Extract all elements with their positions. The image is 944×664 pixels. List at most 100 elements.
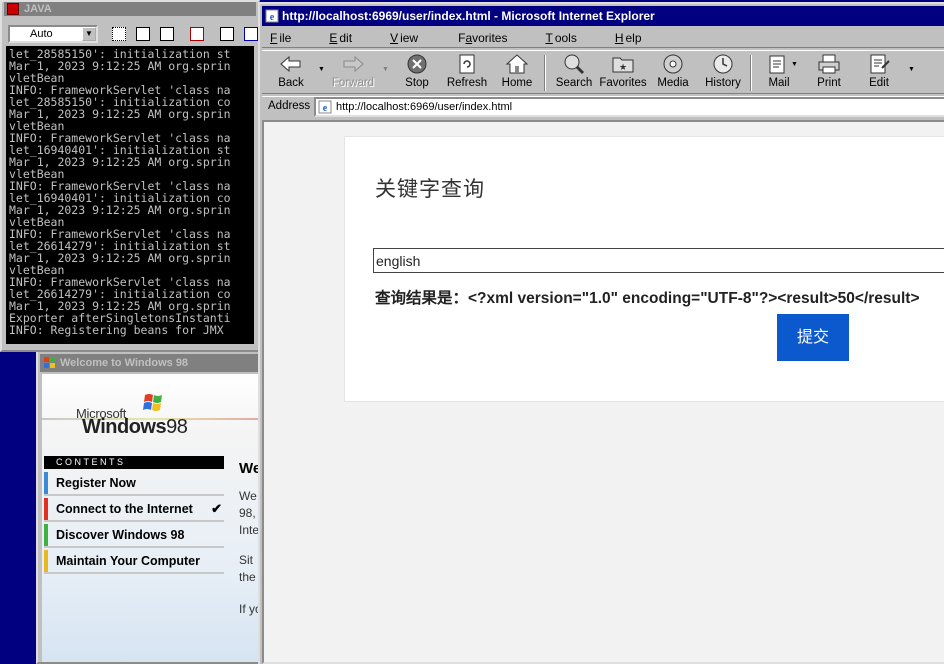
forward-arrow-icon — [343, 55, 364, 73]
stop-icon — [407, 54, 427, 74]
welcome-titlebar[interactable]: Welcome to Windows 98 — [40, 354, 262, 372]
menu-item-maintain-computer[interactable]: Maintain Your Computer — [44, 550, 224, 574]
mail-button[interactable]: Mail — [754, 53, 804, 93]
mark-icon — [112, 27, 126, 41]
refresh-button[interactable]: Refresh — [442, 53, 492, 93]
mail-dropdown-icon[interactable]: ▼ — [791, 61, 798, 68]
windows98-logo: Microsoft Windows98 — [76, 392, 216, 442]
svg-text:e: e — [270, 12, 275, 23]
page-viewport: 关键字查询 查询结果是：<?xml version="1.0" encoding… — [262, 120, 944, 664]
ie-window: e http://localhost:6969/user/index.html … — [258, 2, 944, 664]
toolbar-separator — [750, 55, 752, 91]
home-button[interactable]: Home — [492, 53, 542, 93]
history-icon — [713, 54, 733, 74]
paste-icon — [160, 27, 174, 41]
edit-dropdown-icon[interactable]: ▼ — [908, 66, 915, 73]
menu-view[interactable]: View — [388, 30, 438, 46]
menu-favorites[interactable]: Favorites — [454, 30, 527, 46]
font-size-value: Auto — [30, 28, 53, 40]
menu-edit[interactable]: Edit — [327, 30, 372, 46]
refresh-icon — [459, 54, 475, 74]
back-dropdown-icon[interactable]: ▼ — [318, 66, 325, 73]
menu-item-label: Discover Windows 98 — [56, 528, 185, 542]
forward-dropdown-icon[interactable]: ▼ — [382, 66, 389, 73]
svg-text:e: e — [323, 103, 328, 114]
address-url: http://localhost:6969/user/index.html — [336, 101, 513, 113]
back-button[interactable]: Back — [266, 53, 316, 93]
ie-title: http://localhost:6969/user/index.html - … — [282, 9, 655, 23]
java-titlebar[interactable]: JAVA — [4, 2, 256, 16]
menu-color-bar — [44, 524, 48, 546]
paste-button[interactable] — [156, 24, 178, 44]
history-button[interactable]: History — [698, 53, 748, 93]
search-icon — [564, 54, 585, 75]
checkmark-icon: ✔ — [211, 501, 222, 516]
logo-windows-text: Windows98 — [82, 416, 188, 438]
address-label: Address — [268, 100, 311, 112]
java-app-icon — [7, 3, 19, 15]
ie-page-icon: e — [265, 9, 279, 23]
welcome-window: Welcome to Windows 98 Microsoft Windows9… — [36, 350, 266, 664]
back-arrow-icon — [280, 55, 301, 73]
welcome-text: We — [239, 489, 257, 503]
properties-button[interactable] — [216, 24, 238, 44]
printer-icon — [818, 54, 840, 74]
address-bar: Address e http://localhost:6969/user/ind… — [262, 96, 944, 118]
java-title: JAVA — [24, 3, 52, 15]
menu-tools[interactable]: Tools — [543, 30, 596, 46]
ie-menubar: File Edit View Favorites Tools Help — [262, 28, 944, 48]
background-icon — [244, 27, 258, 41]
home-icon — [505, 54, 529, 74]
query-result-text: 查询结果是：<?xml version="1.0" encoding="UTF-… — [375, 290, 920, 307]
menu-item-discover-windows[interactable]: Discover Windows 98 — [44, 524, 224, 548]
forward-button[interactable]: Forward — [328, 53, 378, 93]
media-button[interactable]: Media — [648, 53, 698, 93]
edit-button[interactable]: Edit — [854, 53, 904, 93]
edit-page-icon — [870, 54, 890, 74]
query-card: 关键字查询 查询结果是：<?xml version="1.0" encoding… — [344, 136, 944, 402]
dropdown-arrow-icon[interactable]: ▼ — [82, 27, 96, 41]
favorites-folder-icon: ★ — [612, 57, 634, 73]
stop-button[interactable]: Stop — [392, 53, 442, 93]
welcome-text: Sit — [239, 553, 254, 567]
copy-icon — [136, 27, 150, 41]
ie-toolbar: Back ▼ Forward ▼ Stop Refresh Home Searc… — [262, 50, 944, 94]
keyword-input[interactable] — [373, 248, 944, 273]
console-line: INFO: Registering beans for JMX — [9, 323, 231, 337]
menu-color-bar — [44, 472, 48, 494]
search-button[interactable]: Search — [549, 53, 599, 93]
menu-color-bar — [44, 550, 48, 572]
favorites-button[interactable]: ★ Favorites — [598, 53, 648, 93]
welcome-text: the — [239, 570, 256, 584]
java-console-window: JAVA Auto ▼ let_28585150': initializatio… — [0, 0, 262, 352]
copy-button[interactable] — [132, 24, 154, 44]
menu-item-label: Maintain Your Computer — [56, 554, 200, 568]
menu-item-connect-internet[interactable]: Connect to the Internet ✔ — [44, 498, 224, 522]
submit-button[interactable]: 提交 — [777, 314, 849, 361]
print-button[interactable]: Print — [804, 53, 854, 93]
mark-button[interactable] — [108, 24, 130, 44]
menu-help[interactable]: Help — [613, 30, 662, 46]
welcome-title: Welcome to Windows 98 — [60, 357, 189, 369]
windows-flag-icon — [143, 394, 162, 411]
properties-icon — [220, 27, 234, 41]
page-icon: e — [318, 100, 332, 114]
address-input[interactable]: e http://localhost:6969/user/index.html — [314, 97, 944, 117]
menu-item-label: Connect to the Internet — [56, 502, 193, 516]
welcome-panel: Microsoft Windows98 CONTENTS Register No… — [42, 374, 262, 662]
welcome-text: 98, — [239, 506, 256, 520]
menu-item-register-now[interactable]: Register Now — [44, 472, 224, 496]
menu-color-bar — [44, 498, 48, 520]
fullscreen-icon — [190, 27, 204, 41]
fullscreen-button[interactable] — [186, 24, 208, 44]
console-output[interactable]: let_28585150': initialization st Mar 1, 2… — [6, 46, 254, 344]
svg-text:★: ★ — [619, 62, 627, 72]
java-toolbar: Auto ▼ — [4, 22, 262, 46]
toolbar-separator — [544, 55, 546, 91]
ie-titlebar[interactable]: e http://localhost:6969/user/index.html … — [262, 6, 944, 26]
media-icon — [663, 54, 683, 74]
font-size-select[interactable]: Auto ▼ — [8, 25, 98, 43]
menu-file[interactable]: File — [268, 30, 311, 46]
menu-item-label: Register Now — [56, 476, 136, 490]
page-title: 关键字查询 — [375, 178, 485, 201]
